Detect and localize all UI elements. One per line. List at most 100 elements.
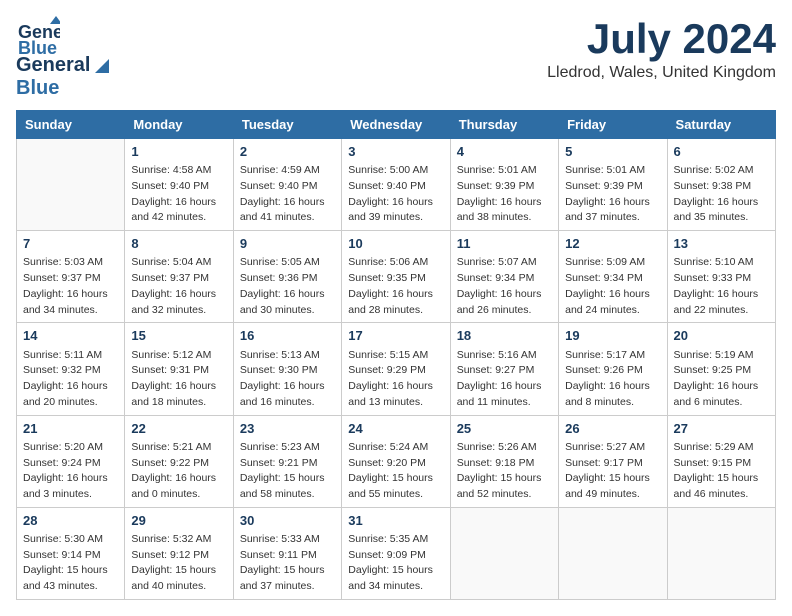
weekday-header-thursday: Thursday — [450, 111, 558, 139]
day-info: Sunrise: 5:06 AM Sunset: 9:35 PM Dayligh… — [348, 255, 443, 318]
day-info: Sunrise: 5:23 AM Sunset: 9:21 PM Dayligh… — [240, 440, 335, 503]
calendar-cell: 10Sunrise: 5:06 AM Sunset: 9:35 PM Dayli… — [342, 231, 450, 323]
day-info: Sunrise: 5:17 AM Sunset: 9:26 PM Dayligh… — [565, 348, 660, 411]
day-number: 3 — [348, 143, 443, 161]
day-number: 8 — [131, 235, 226, 253]
calendar-cell: 8 Sunrise: 5:04 AM Sunset: 9:37 PM Daylig… — [125, 231, 233, 323]
calendar-table: SundayMondayTuesdayWednesdayThursdayFrid… — [16, 110, 776, 600]
weekday-header-monday: Monday — [125, 111, 233, 139]
day-number: 17 — [348, 327, 443, 345]
page-header: General Blue General Blue July 2024 Lled… — [16, 16, 776, 100]
day-number: 9 — [240, 235, 335, 253]
calendar-cell: 24 Sunrise: 5:24 AM Sunset: 9:20 PM Dayli… — [342, 415, 450, 507]
day-number: 6 — [674, 143, 769, 161]
day-number: 23 — [240, 420, 335, 438]
day-number: 15 — [131, 327, 226, 345]
calendar-cell — [559, 507, 667, 599]
calendar-cell: 15Sunrise: 5:12 AM Sunset: 9:31 PM Dayli… — [125, 323, 233, 415]
day-number: 5 — [565, 143, 660, 161]
title-block: July 2024 Lledrod, Wales, United Kingdom — [547, 16, 776, 82]
calendar-cell: 17 Sunrise: 5:15 AM Sunset: 9:29 PM Dayli… — [342, 323, 450, 415]
weekday-header-saturday: Saturday — [667, 111, 775, 139]
day-info: Sunrise: 5:30 AM Sunset: 9:14 PM Dayligh… — [23, 532, 118, 595]
day-info: Sunrise: 5:02 AM Sunset: 9:38 PM Dayligh… — [674, 163, 769, 226]
calendar-cell: 29Sunrise: 5:32 AM Sunset: 9:12 PM Dayli… — [125, 507, 233, 599]
day-info: Sunrise: 5:01 AM Sunset: 9:39 PM Dayligh… — [565, 163, 660, 226]
day-info: Sunrise: 5:15 AM Sunset: 9:29 PM Dayligh… — [348, 348, 443, 411]
day-info: Sunrise: 4:58 AM Sunset: 9:40 PM Dayligh… — [131, 163, 226, 226]
day-info: Sunrise: 5:05 AM Sunset: 9:36 PM Dayligh… — [240, 255, 335, 318]
day-number: 14 — [23, 327, 118, 345]
calendar-cell: 25Sunrise: 5:26 AM Sunset: 9:18 PM Dayli… — [450, 415, 558, 507]
calendar-cell — [667, 507, 775, 599]
calendar-header: SundayMondayTuesdayWednesdayThursdayFrid… — [17, 111, 776, 139]
calendar-cell: 18 Sunrise: 5:16 AM Sunset: 9:27 PM Dayli… — [450, 323, 558, 415]
day-info: Sunrise: 4:59 AM Sunset: 9:40 PM Dayligh… — [240, 163, 335, 226]
calendar-cell: 16 Sunrise: 5:13 AM Sunset: 9:30 PM Dayli… — [233, 323, 341, 415]
calendar-week-3: 14 Sunrise: 5:11 AM Sunset: 9:32 PM Dayli… — [17, 323, 776, 415]
day-number: 24 — [348, 420, 443, 438]
day-info: Sunrise: 5:29 AM Sunset: 9:15 PM Dayligh… — [674, 440, 769, 503]
day-number: 16 — [240, 327, 335, 345]
day-info: Sunrise: 5:20 AM Sunset: 9:24 PM Dayligh… — [23, 440, 118, 503]
calendar-cell: 7Sunrise: 5:03 AM Sunset: 9:37 PM Daylig… — [17, 231, 125, 323]
calendar-week-1: 1 Sunrise: 4:58 AM Sunset: 9:40 PM Daylig… — [17, 139, 776, 231]
day-number: 18 — [457, 327, 552, 345]
weekday-header-wednesday: Wednesday — [342, 111, 450, 139]
weekday-header-tuesday: Tuesday — [233, 111, 341, 139]
calendar-cell — [17, 139, 125, 231]
day-number: 31 — [348, 512, 443, 530]
logo: General Blue General Blue — [16, 16, 109, 100]
calendar-cell: 31 Sunrise: 5:35 AM Sunset: 9:09 PM Dayli… — [342, 507, 450, 599]
day-number: 30 — [240, 512, 335, 530]
calendar-cell: 3Sunrise: 5:00 AM Sunset: 9:40 PM Daylig… — [342, 139, 450, 231]
calendar-cell: 20 Sunrise: 5:19 AM Sunset: 9:25 PM Dayli… — [667, 323, 775, 415]
day-number: 1 — [131, 143, 226, 161]
day-info: Sunrise: 5:11 AM Sunset: 9:32 PM Dayligh… — [23, 348, 118, 411]
day-info: Sunrise: 5:19 AM Sunset: 9:25 PM Dayligh… — [674, 348, 769, 411]
calendar-week-4: 21Sunrise: 5:20 AM Sunset: 9:24 PM Dayli… — [17, 415, 776, 507]
day-info: Sunrise: 5:13 AM Sunset: 9:30 PM Dayligh… — [240, 348, 335, 411]
weekday-header-sunday: Sunday — [17, 111, 125, 139]
day-info: Sunrise: 5:09 AM Sunset: 9:34 PM Dayligh… — [565, 255, 660, 318]
weekday-header-friday: Friday — [559, 111, 667, 139]
calendar-week-5: 28 Sunrise: 5:30 AM Sunset: 9:14 PM Dayli… — [17, 507, 776, 599]
calendar-cell: 12Sunrise: 5:09 AM Sunset: 9:34 PM Dayli… — [559, 231, 667, 323]
calendar-cell: 21Sunrise: 5:20 AM Sunset: 9:24 PM Dayli… — [17, 415, 125, 507]
day-number: 20 — [674, 327, 769, 345]
day-info: Sunrise: 5:24 AM Sunset: 9:20 PM Dayligh… — [348, 440, 443, 503]
calendar-cell: 23 Sunrise: 5:23 AM Sunset: 9:21 PM Dayli… — [233, 415, 341, 507]
calendar-cell: 30 Sunrise: 5:33 AM Sunset: 9:11 PM Dayli… — [233, 507, 341, 599]
calendar-cell: 4 Sunrise: 5:01 AM Sunset: 9:39 PM Daylig… — [450, 139, 558, 231]
calendar-cell: 28 Sunrise: 5:30 AM Sunset: 9:14 PM Dayli… — [17, 507, 125, 599]
location-title: Lledrod, Wales, United Kingdom — [547, 64, 776, 82]
day-number: 28 — [23, 512, 118, 530]
day-number: 25 — [457, 420, 552, 438]
day-number: 4 — [457, 143, 552, 161]
calendar-cell: 22 Sunrise: 5:21 AM Sunset: 9:22 PM Dayli… — [125, 415, 233, 507]
calendar-cell: 19 Sunrise: 5:17 AM Sunset: 9:26 PM Dayli… — [559, 323, 667, 415]
day-info: Sunrise: 5:27 AM Sunset: 9:17 PM Dayligh… — [565, 440, 660, 503]
day-info: Sunrise: 5:35 AM Sunset: 9:09 PM Dayligh… — [348, 532, 443, 595]
logo-arrow-icon — [95, 59, 109, 73]
calendar-cell: 26Sunrise: 5:27 AM Sunset: 9:17 PM Dayli… — [559, 415, 667, 507]
day-number: 27 — [674, 420, 769, 438]
day-info: Sunrise: 5:07 AM Sunset: 9:34 PM Dayligh… — [457, 255, 552, 318]
day-number: 19 — [565, 327, 660, 345]
day-number: 7 — [23, 235, 118, 253]
calendar-week-2: 7Sunrise: 5:03 AM Sunset: 9:37 PM Daylig… — [17, 231, 776, 323]
day-info: Sunrise: 5:04 AM Sunset: 9:37 PM Dayligh… — [131, 255, 226, 318]
day-number: 22 — [131, 420, 226, 438]
calendar-cell: 6 Sunrise: 5:02 AM Sunset: 9:38 PM Daylig… — [667, 139, 775, 231]
calendar-cell: 11Sunrise: 5:07 AM Sunset: 9:34 PM Dayli… — [450, 231, 558, 323]
day-info: Sunrise: 5:21 AM Sunset: 9:22 PM Dayligh… — [131, 440, 226, 503]
calendar-cell: 2Sunrise: 4:59 AM Sunset: 9:40 PM Daylig… — [233, 139, 341, 231]
day-info: Sunrise: 5:33 AM Sunset: 9:11 PM Dayligh… — [240, 532, 335, 595]
logo-general: General — [16, 54, 90, 76]
month-title: July 2024 — [547, 16, 776, 62]
day-number: 13 — [674, 235, 769, 253]
day-info: Sunrise: 5:01 AM Sunset: 9:39 PM Dayligh… — [457, 163, 552, 226]
day-info: Sunrise: 5:16 AM Sunset: 9:27 PM Dayligh… — [457, 348, 552, 411]
calendar-cell: 13Sunrise: 5:10 AM Sunset: 9:33 PM Dayli… — [667, 231, 775, 323]
calendar-cell — [450, 507, 558, 599]
